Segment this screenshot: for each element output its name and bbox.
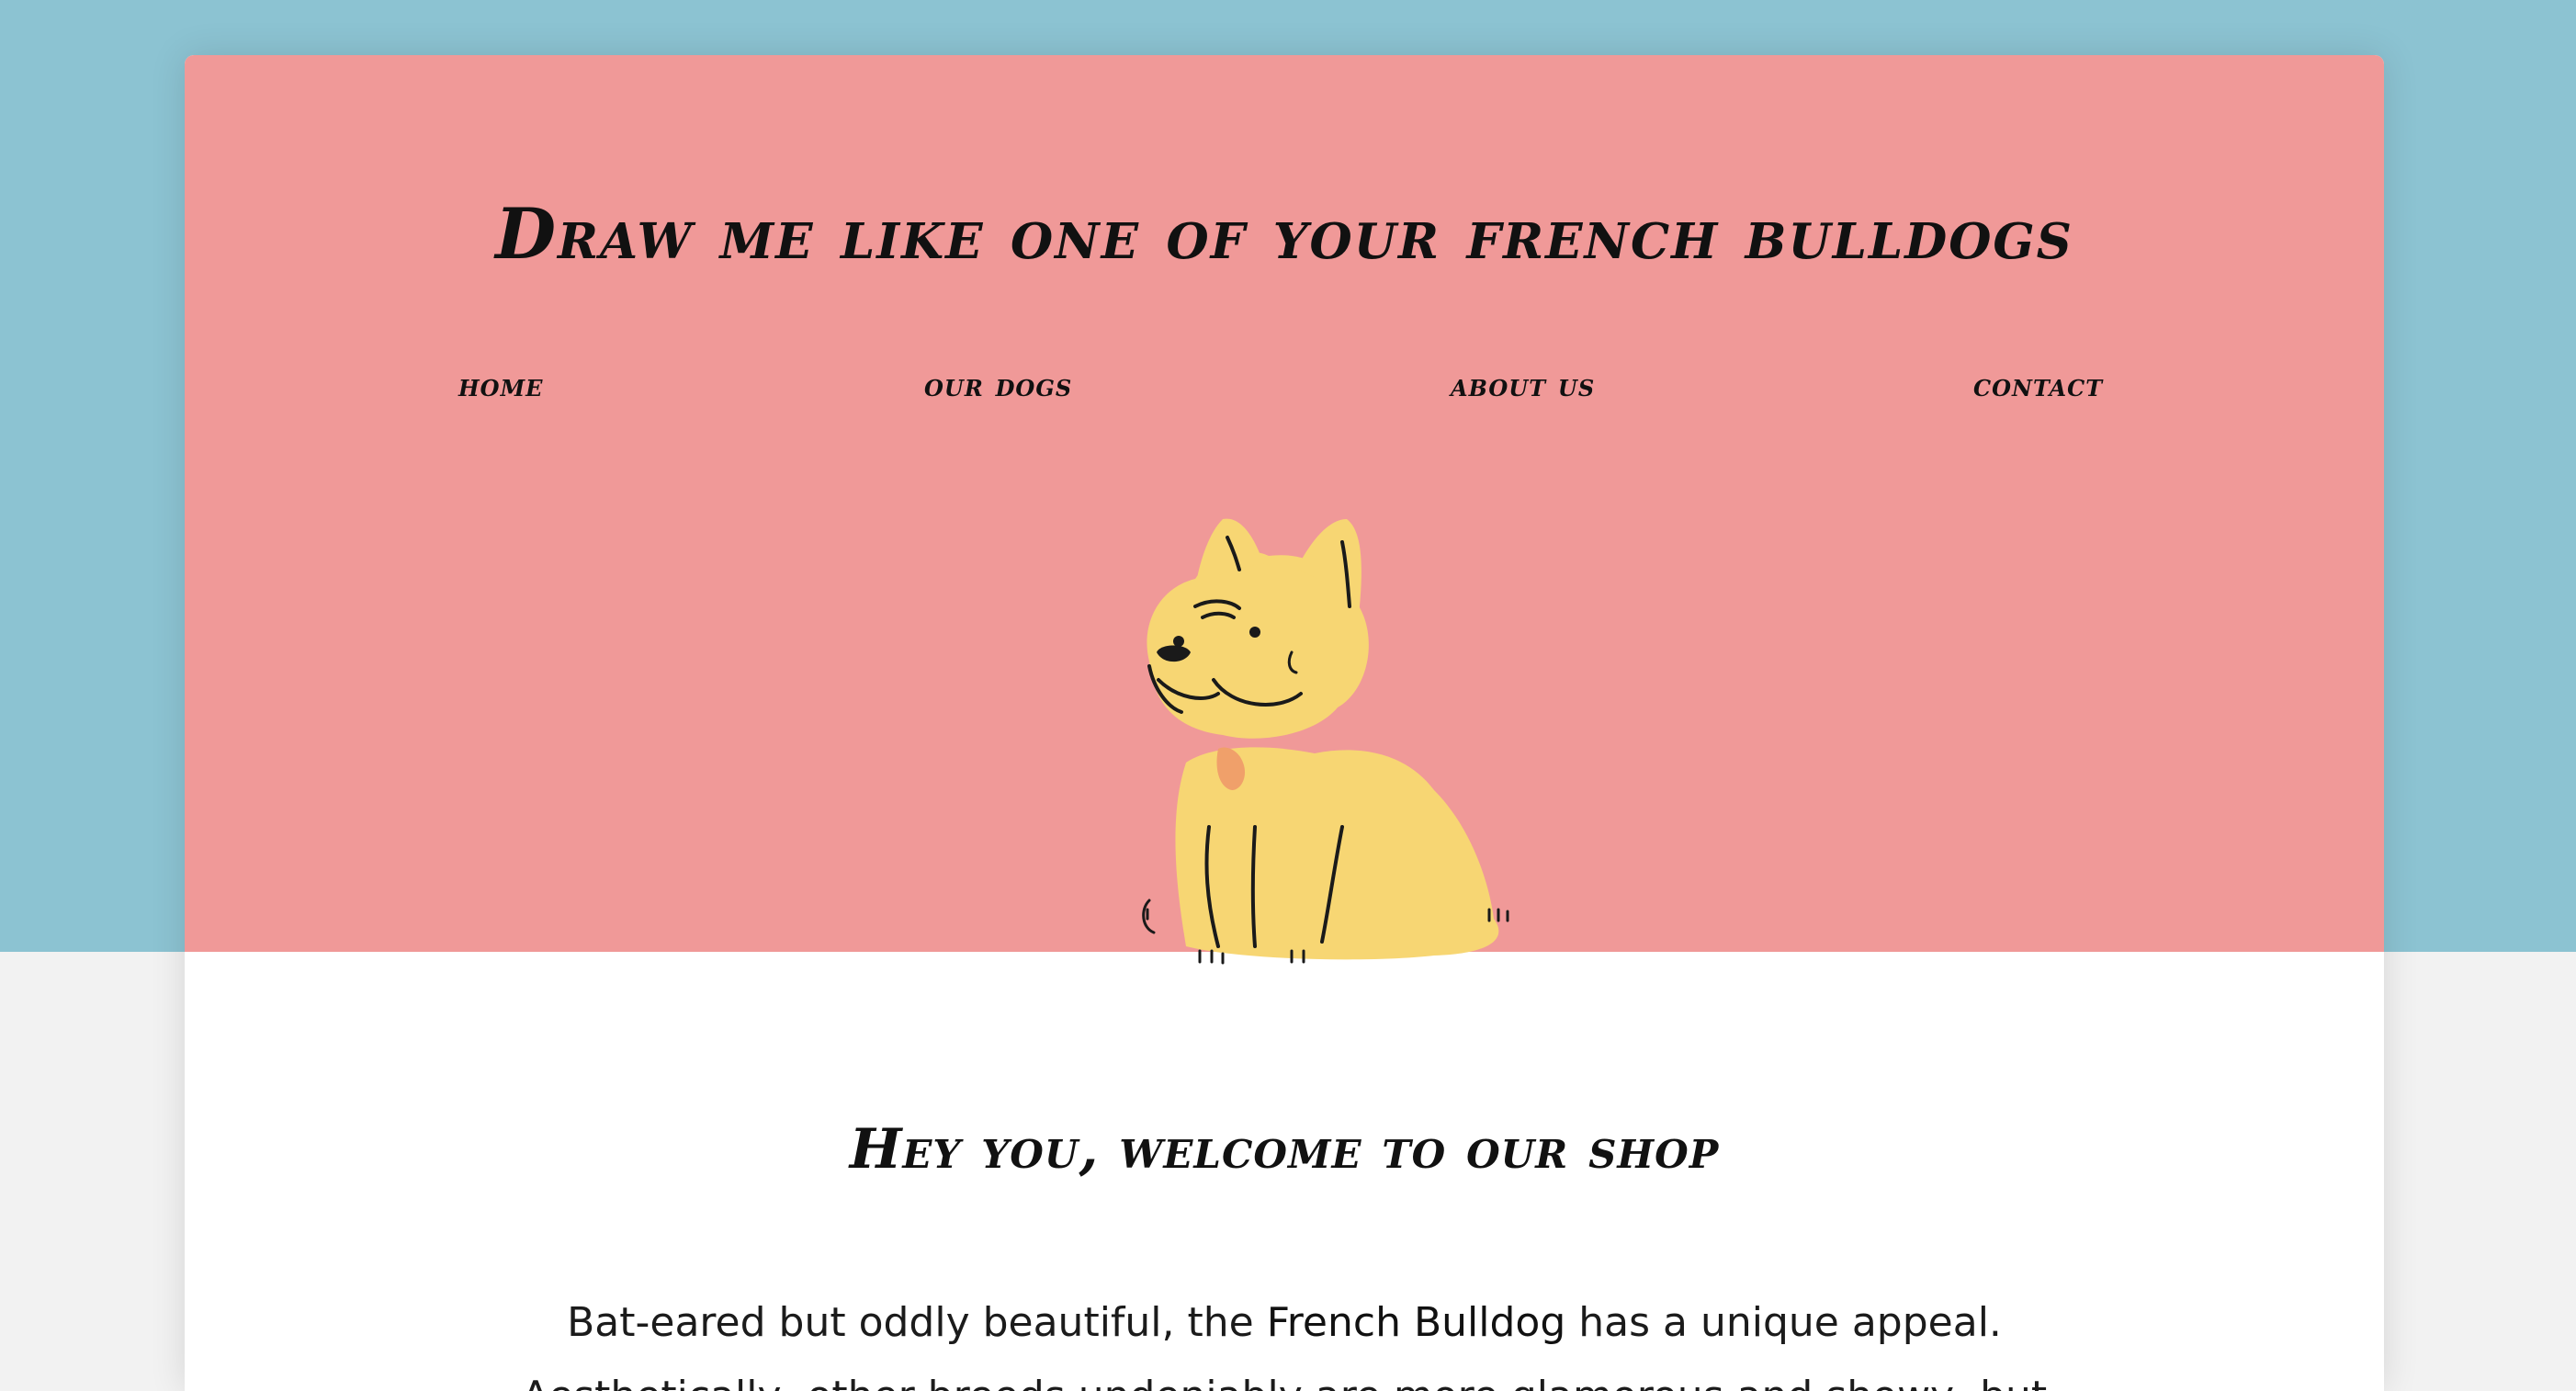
nav-link-home[interactable]: home [458,368,543,404]
page-card: Draw me like one of your french bulldogs… [185,55,2384,1391]
site-title: Draw me like one of your french bulldogs [495,193,2073,275]
nav-link-our-dogs[interactable]: our dogs [924,368,1072,404]
welcome-heading: Hey you, welcome to our shop [849,1117,1720,1182]
intro-paragraph: Bat-eared but oddly beautiful, the Frenc… [469,1286,2099,1391]
hero-section: Draw me like one of your french bulldogs… [185,55,2384,965]
nav-link-about-us[interactable]: about us [1451,368,1595,404]
french-bulldog-illustration [1142,518,1509,965]
main-nav: home our dogs about us contact [185,368,2384,423]
breed-name: French Bulldog [1266,1299,1566,1346]
intro-text-start: Bat-eared but oddly beautiful, the [567,1299,1267,1346]
nav-link-contact[interactable]: contact [1973,368,2103,404]
